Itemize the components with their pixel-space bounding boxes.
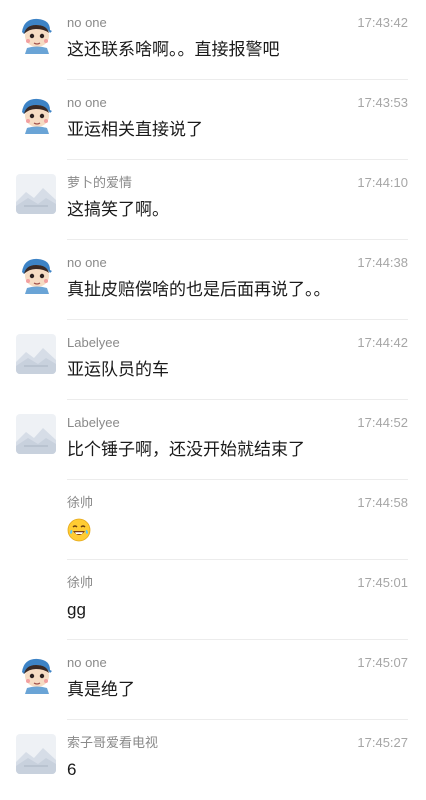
avatar-placeholder-image-icon[interactable] — [16, 414, 56, 454]
message-text: 亚运相关直接说了 — [67, 120, 203, 139]
sender-name[interactable]: 徐帅 — [67, 575, 93, 591]
chat-message-list: no one 17:43:42 这还联系啥啊。。直接报警吧 no one 17:… — [0, 0, 426, 800]
message-text: 6 — [67, 760, 77, 779]
message-text: 比个锤子啊，还没开始就结束了 — [67, 440, 305, 459]
sender-name[interactable]: Labelyee — [67, 415, 120, 431]
avatar-placeholder-image-icon[interactable] — [16, 174, 56, 214]
message-text: gg — [67, 600, 86, 619]
chat-message[interactable]: 萝卜的爱情 17:44:10 这搞笑了啊。 — [0, 160, 426, 240]
sender-name[interactable]: no one — [67, 655, 107, 671]
message-text: 这搞笑了啊。 — [67, 200, 169, 219]
message-text: 这还联系啥啊。。直接报警吧 — [67, 40, 280, 59]
message-time: 17:44:10 — [357, 175, 408, 190]
chat-message[interactable]: Labelyee 17:44:42 亚运队员的车 — [0, 320, 426, 400]
sender-name[interactable]: no one — [67, 15, 107, 31]
sender-name[interactable]: Labelyee — [67, 335, 120, 351]
sender-name[interactable]: no one — [67, 95, 107, 111]
message-text: 亚运队员的车 — [67, 360, 169, 379]
message-content — [67, 518, 91, 549]
sender-name[interactable]: 萝卜的爱情 — [67, 175, 132, 191]
message-time: 17:45:27 — [357, 735, 408, 750]
sender-name[interactable]: no one — [67, 255, 107, 271]
laughing-tears-emoji-icon — [67, 518, 91, 542]
sender-name[interactable]: 徐帅 — [67, 495, 93, 511]
message-text: 真是绝了 — [67, 680, 135, 699]
message-time: 17:45:01 — [357, 575, 408, 590]
chat-message[interactable]: 徐帅 17:45:01 gg — [0, 560, 426, 640]
avatar — [16, 494, 56, 534]
avatar — [16, 574, 56, 614]
message-time: 17:44:38 — [357, 255, 408, 270]
avatar-placeholder-image-icon[interactable] — [16, 334, 56, 374]
message-time: 17:43:53 — [357, 95, 408, 110]
chat-message[interactable]: no one 17:44:38 真扯皮赔偿啥的也是后面再说了。。 — [0, 240, 426, 320]
chat-message[interactable]: no one 17:45:07 真是绝了 — [0, 640, 426, 720]
avatar-placeholder-image-icon[interactable] — [16, 734, 56, 774]
chat-message[interactable]: no one 17:43:42 这还联系啥啊。。直接报警吧 — [0, 0, 426, 80]
avatar-cartoon-boy-icon[interactable] — [16, 94, 56, 134]
avatar-cartoon-boy-icon[interactable] — [16, 14, 56, 54]
chat-message[interactable]: 徐帅 17:44:58 — [0, 480, 426, 560]
chat-message[interactable]: 索子哥爱看电视 17:45:27 6 — [0, 720, 426, 800]
message-time: 17:44:58 — [357, 495, 408, 510]
sender-name[interactable]: 索子哥爱看电视 — [67, 735, 158, 751]
message-time: 17:44:42 — [357, 335, 408, 350]
message-time: 17:45:07 — [357, 655, 408, 670]
chat-message[interactable]: Labelyee 17:44:52 比个锤子啊，还没开始就结束了 — [0, 400, 426, 480]
avatar-cartoon-boy-icon[interactable] — [16, 654, 56, 694]
message-time: 17:44:52 — [357, 415, 408, 430]
chat-message[interactable]: no one 17:43:53 亚运相关直接说了 — [0, 80, 426, 160]
avatar-cartoon-boy-icon[interactable] — [16, 254, 56, 294]
message-text: 真扯皮赔偿啥的也是后面再说了。。 — [67, 280, 331, 299]
message-time: 17:43:42 — [357, 15, 408, 30]
